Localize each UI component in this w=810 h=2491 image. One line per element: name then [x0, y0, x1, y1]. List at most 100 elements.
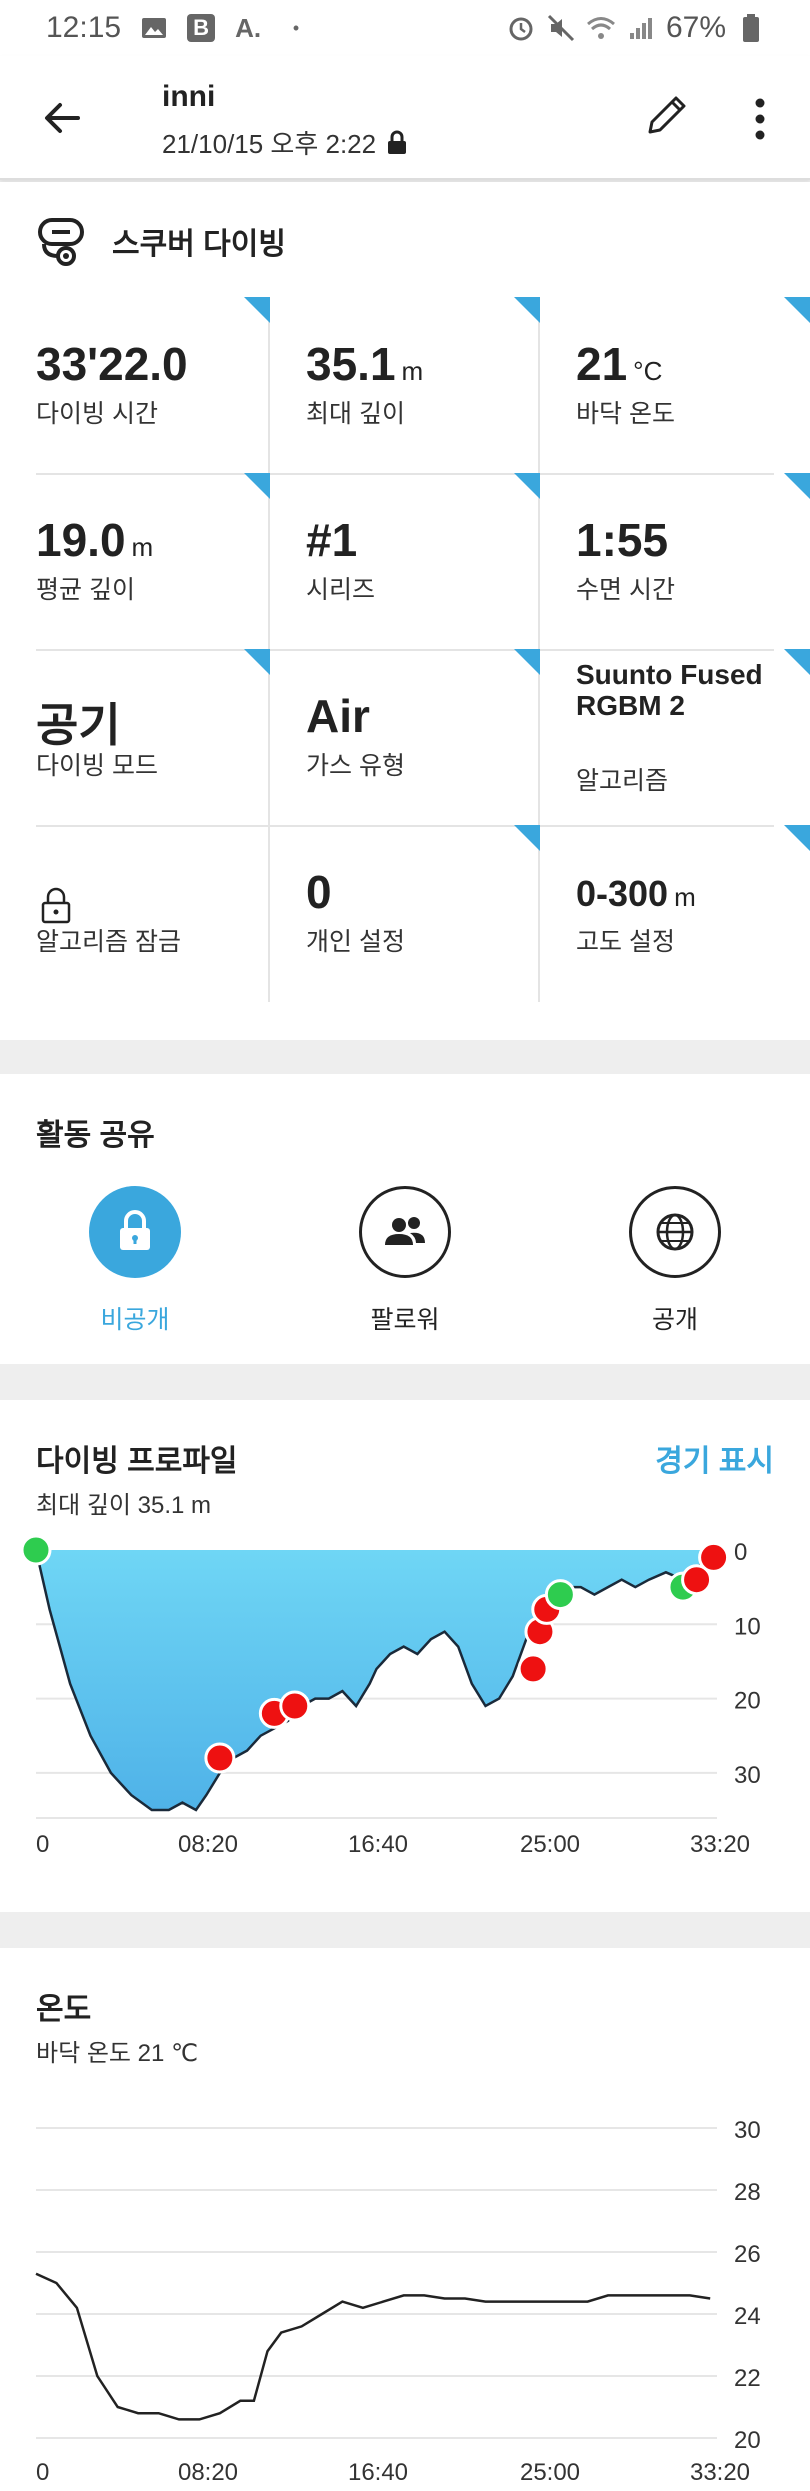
temperature-line — [35, 2272, 711, 2421]
page-subtitle: 21/10/15 오후 2:22 — [162, 124, 408, 161]
y-tick-label: 28 — [734, 2179, 761, 2206]
mute-icon — [546, 13, 576, 43]
y-tick-label: 26 — [734, 2241, 761, 2268]
x-tick-label: 25:00 — [520, 2459, 580, 2486]
status-time: 12:15 — [46, 11, 122, 44]
page-title: inni — [162, 80, 216, 113]
stat-value: 21 — [576, 338, 628, 390]
stat-value: Air — [306, 690, 370, 742]
stat-value: 19.0 — [36, 514, 126, 566]
stat-series[interactable]: #1 시리즈 — [270, 473, 540, 649]
battery-percent: 67% — [665, 11, 726, 44]
stat-gas-type[interactable]: Air 가스 유형 — [270, 649, 540, 825]
stat-dive-time[interactable]: 33'22.0 다이빙 시간 — [0, 297, 270, 473]
red-event-marker — [698, 1541, 730, 1573]
activity-header: 스쿠버 다이빙 — [36, 214, 286, 268]
stat-altitude-setting[interactable]: 0-300 m 고도 설정 — [540, 825, 810, 1001]
stat-avg-depth[interactable]: 19.0 m 평균 깊이 — [0, 473, 270, 649]
more-vert-icon — [755, 98, 765, 140]
x-tick-label: 25:00 — [520, 1831, 580, 1858]
share-private-circle[interactable] — [89, 1186, 181, 1278]
share-public-option[interactable]: 공개 — [575, 1186, 775, 1336]
stat-max-depth[interactable]: 35.1 m 최대 깊이 — [270, 297, 540, 473]
stat-label: 가스 유형 — [306, 752, 405, 780]
globe-icon — [656, 1213, 694, 1251]
corner-indicator — [514, 649, 540, 675]
summary-card: 스쿠버 다이빙 33'22.0 다이빙 시간 35.1 m 최대 깊이 21 °C … — [0, 182, 810, 1040]
stat-value: 0 — [306, 866, 332, 918]
x-tick-label: 0 — [36, 1831, 49, 1858]
stat-value: 35.1 — [306, 338, 396, 390]
y-tick-label: 30 — [734, 2117, 761, 2144]
y-tick-label: 20 — [734, 2427, 761, 2454]
share-private-label: 비공개 — [100, 1306, 170, 1334]
stat-value: 공기 — [36, 699, 121, 751]
stat-label: 다이빙 모드 — [36, 752, 158, 780]
stat-dive-mode[interactable]: 공기 다이빙 모드 — [0, 649, 270, 825]
show-workout-link[interactable]: 경기 표시 — [655, 1436, 774, 1480]
stat-value: #1 — [306, 514, 358, 566]
share-followers-label: 팔로워 — [370, 1306, 440, 1334]
temperature-chart[interactable]: 30 28 26 24 22 20 0 08:20 16:40 25:00 33:20 — [0, 2058, 810, 2491]
edit-button[interactable] — [640, 88, 694, 142]
x-tick-label: 33:20 — [690, 1831, 750, 1858]
image-icon — [139, 13, 169, 43]
corner-indicator — [514, 825, 540, 851]
share-public-circle[interactable] — [629, 1186, 721, 1278]
alarm-icon — [506, 13, 536, 43]
stat-personal-setting[interactable]: 0 개인 설정 — [270, 825, 540, 1001]
share-public-label: 공개 — [651, 1306, 698, 1334]
activity-datetime: 21/10/15 오후 2:22 — [162, 129, 377, 159]
y-tick-label: 30 — [734, 1762, 761, 1789]
red-event-marker — [279, 1690, 311, 1722]
followers-icon — [385, 1217, 425, 1245]
corner-indicator — [244, 297, 270, 323]
b-app-icon: B — [187, 14, 216, 42]
wifi-icon — [586, 13, 616, 43]
stat-unit: m — [401, 356, 424, 386]
red-event-marker — [204, 1742, 236, 1774]
share-title: 활동 공유 — [36, 1119, 155, 1152]
y-tick-label: 0 — [734, 1539, 747, 1566]
lock-icon — [120, 1210, 150, 1250]
share-followers-circle[interactable] — [359, 1186, 451, 1278]
stat-unit: °C — [633, 356, 663, 386]
stat-label: 수면 시간 — [576, 576, 675, 604]
x-tick-label: 0 — [36, 2459, 49, 2486]
corner-indicator — [784, 297, 810, 323]
share-followers-option[interactable]: 팔로워 — [305, 1186, 505, 1336]
stat-label: 알고리즘 — [576, 767, 669, 795]
stat-value: 1:55 — [576, 514, 669, 566]
stat-value: 33'22.0 — [36, 338, 188, 390]
x-tick-label: 08:20 — [178, 1831, 238, 1858]
corner-indicator — [784, 473, 810, 499]
status-bar: 12:15 B A. • 67% — [0, 0, 810, 56]
stat-unit: m — [131, 532, 154, 562]
dive-profile-chart[interactable]: 0 10 20 30 0 08:20 16:40 25:00 33:20 — [0, 1510, 810, 1900]
profile-title: 다이빙 프로파일 — [36, 1445, 238, 1478]
share-card: 활동 공유 비공개 팔로워 공개 — [0, 1074, 810, 1364]
activity-name: 스쿠버 다이빙 — [112, 228, 286, 261]
green-event-marker — [544, 1579, 576, 1611]
scuba-mask-icon — [38, 218, 84, 266]
stat-label: 다이빙 시간 — [36, 400, 158, 428]
a-app-icon: A. — [235, 12, 262, 43]
stat-value: Suunto Fused RGBM 2 — [576, 659, 763, 721]
corner-indicator — [784, 825, 810, 851]
depth-area — [36, 1550, 714, 1810]
stat-bottom-temp[interactable]: 21 °C 바닥 온도 — [540, 297, 810, 473]
share-private-option[interactable]: 비공개 — [35, 1186, 235, 1336]
back-button[interactable] — [38, 94, 86, 142]
stat-algorithm-lock[interactable]: 알고리즘 잠금 — [0, 825, 270, 1001]
more-options-button[interactable] — [740, 92, 780, 146]
x-tick-label: 16:40 — [348, 1831, 408, 1858]
app-bar: inni 21/10/15 오후 2:22 — [0, 56, 810, 180]
y-tick-label: 24 — [734, 2303, 761, 2330]
stat-label: 개인 설정 — [306, 928, 405, 956]
lock-icon — [388, 130, 407, 154]
stat-surface-time[interactable]: 1:55 수면 시간 — [540, 473, 810, 649]
stat-algorithm[interactable]: Suunto Fused RGBM 2 알고리즘 — [540, 649, 810, 825]
y-tick-label: 10 — [734, 1613, 761, 1640]
x-tick-label: 08:20 — [178, 2459, 238, 2486]
arrow-left-icon — [45, 103, 80, 133]
